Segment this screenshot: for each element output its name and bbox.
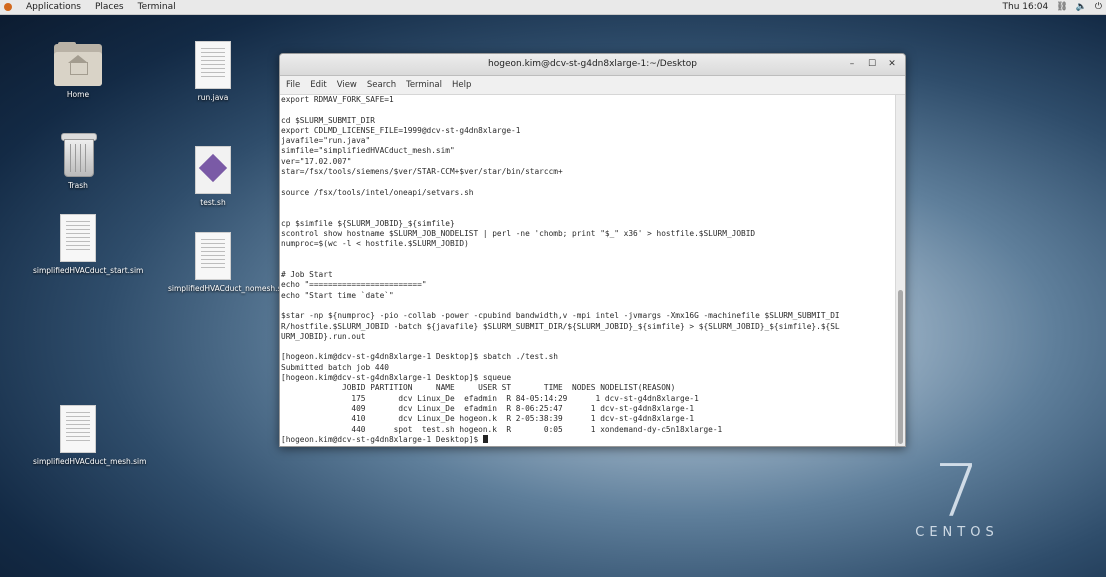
terminal-line: echo "Start time `date`" <box>281 290 394 300</box>
terminal-line: $star -np ${numproc} -pio -collab -power… <box>281 311 840 321</box>
applications-menu[interactable]: Applications <box>26 2 81 12</box>
menu-search[interactable]: Search <box>367 80 396 90</box>
volume-icon[interactable]: 🔈 <box>1076 2 1087 12</box>
desktop-icon-run-java[interactable]: run.java <box>168 41 258 102</box>
centos-logo-word: CENTOS <box>915 525 999 540</box>
top-panel: Applications Places Terminal Thu 16:04 ⛓… <box>0 0 1106 15</box>
document-icon <box>195 41 231 89</box>
terminal-line: star=/fsx/tools/siemens/$ver/STAR-CCM+$v… <box>281 167 563 177</box>
terminal-line: 175 dcv Linux_De efadmin R 84-05:14:29 1… <box>281 393 699 403</box>
terminal-line: R/hostfile.$SLURM_JOBID -batch ${javafil… <box>281 321 840 331</box>
clock[interactable]: Thu 16:04 <box>1003 2 1049 12</box>
desktop-icon-trash[interactable]: Trash <box>33 133 123 190</box>
terminal-line: ver="17.02.007" <box>281 156 352 166</box>
terminal-line: source /fsx/tools/intel/oneapi/setvars.s… <box>281 187 474 197</box>
terminal-window[interactable]: hogeon.kim@dcv-st-g4dn8xlarge-1:~/Deskto… <box>279 53 906 447</box>
desktop-icon-label: Trash <box>68 181 88 190</box>
desktop-icon-label: run.java <box>197 93 229 102</box>
desktop-icon-label: simplifiedHVACduct_mesh.sim <box>33 457 147 466</box>
terminal-line: JOBID PARTITION NAME USER ST TIME NODES … <box>281 383 676 393</box>
terminal-line: 440 spot test.sh hogeon.k R 0:05 1 xonde… <box>281 424 723 434</box>
applications-icon <box>4 3 12 11</box>
menu-edit[interactable]: Edit <box>310 80 326 90</box>
terminal-prompt-line[interactable]: [hogeon.kim@dcv-st-g4dn8xlarge-1 Desktop… <box>281 434 896 445</box>
terminal-line: simfile="simplifiedHVACduct_mesh.sim" <box>281 146 455 156</box>
terminal-line: scontrol show hostname $SLURM_JOB_NODELI… <box>281 228 756 238</box>
terminal-line: cp $simfile ${SLURM_JOBID}_${simfile} <box>281 218 455 228</box>
window-titlebar[interactable]: hogeon.kim@dcv-st-g4dn8xlarge-1:~/Deskto… <box>280 54 905 76</box>
terminal-line: 410 dcv Linux_De hogeon.k R 2-05:38:39 1… <box>281 414 695 424</box>
desktop-icon-home[interactable]: Home <box>33 42 123 99</box>
terminal-line: cd $SLURM_SUBMIT_DIR <box>281 115 375 125</box>
terminal-line: echo "========================" <box>281 280 427 290</box>
terminal-line: 409 dcv Linux_De efadmin R 8-06:25:47 1 … <box>281 403 695 413</box>
menu-view[interactable]: View <box>337 80 357 90</box>
menu-file[interactable]: File <box>286 80 300 90</box>
desktop-icon-start-sim[interactable]: simplifiedHVACduct_start.sim <box>33 214 144 275</box>
scrollbar-thumb[interactable] <box>898 290 903 444</box>
places-menu[interactable]: Places <box>95 2 124 12</box>
terminal-menu[interactable]: Terminal <box>138 2 176 12</box>
terminal-output[interactable]: export RDMAV_FORK_SAFE=1cd $SLURM_SUBMIT… <box>280 95 896 446</box>
home-folder-icon <box>54 42 102 86</box>
menu-help[interactable]: Help <box>452 80 471 90</box>
terminal-line: # Job Start <box>281 270 333 280</box>
minimize-button[interactable]: – <box>845 58 859 70</box>
document-icon <box>60 405 96 453</box>
script-icon <box>195 146 231 194</box>
terminal-line: javafile="run.java" <box>281 136 371 146</box>
terminal-cursor <box>482 434 488 443</box>
maximize-button[interactable]: ☐ <box>865 58 879 70</box>
terminal-scrollbar[interactable] <box>895 95 905 446</box>
terminal-line: URM_JOBID}.run.out <box>281 331 366 341</box>
desktop-icon-test-sh[interactable]: test.sh <box>168 146 258 207</box>
window-title: hogeon.kim@dcv-st-g4dn8xlarge-1:~/Deskto… <box>488 59 697 69</box>
desktop-icon-nomesh-sim[interactable]: simplifiedHVACduct_nomesh.sim <box>168 232 291 293</box>
terminal-line: [hogeon.kim@dcv-st-g4dn8xlarge-1 Desktop… <box>281 373 512 383</box>
terminal-line: Submitted batch job 440 <box>281 362 389 372</box>
trash-icon <box>61 133 97 177</box>
power-icon[interactable]: ⏻ <box>1095 2 1102 12</box>
terminal-line: export CDLMD_LICENSE_FILE=1999@dcv-st-g4… <box>281 125 521 135</box>
terminal-prompt: [hogeon.kim@dcv-st-g4dn8xlarge-1 Desktop… <box>281 434 483 444</box>
document-icon <box>195 232 231 280</box>
centos-logo-number: 7 <box>934 449 980 533</box>
desktop-icon-label: test.sh <box>200 198 226 207</box>
terminal-line: [hogeon.kim@dcv-st-g4dn8xlarge-1 Desktop… <box>281 352 558 362</box>
document-icon <box>60 214 96 262</box>
desktop-icon-label: Home <box>66 90 90 99</box>
terminal-line: numproc=$(wc -l < hostfile.$SLURM_JOBID) <box>281 239 469 249</box>
desktop-icon-label: simplifiedHVACduct_start.sim <box>33 266 144 275</box>
desktop-icon-mesh-sim[interactable]: simplifiedHVACduct_mesh.sim <box>33 405 147 466</box>
terminal-line: export RDMAV_FORK_SAFE=1 <box>281 95 394 104</box>
network-icon[interactable]: ⛓ <box>1056 2 1067 12</box>
centos-logo: 7 CENTOS <box>912 455 1002 540</box>
close-button[interactable]: ✕ <box>885 58 899 70</box>
terminal-menubar: File Edit View Search Terminal Help <box>280 76 905 95</box>
desktop-icon-label: simplifiedHVACduct_nomesh.sim <box>168 284 291 293</box>
menu-terminal[interactable]: Terminal <box>406 80 442 90</box>
